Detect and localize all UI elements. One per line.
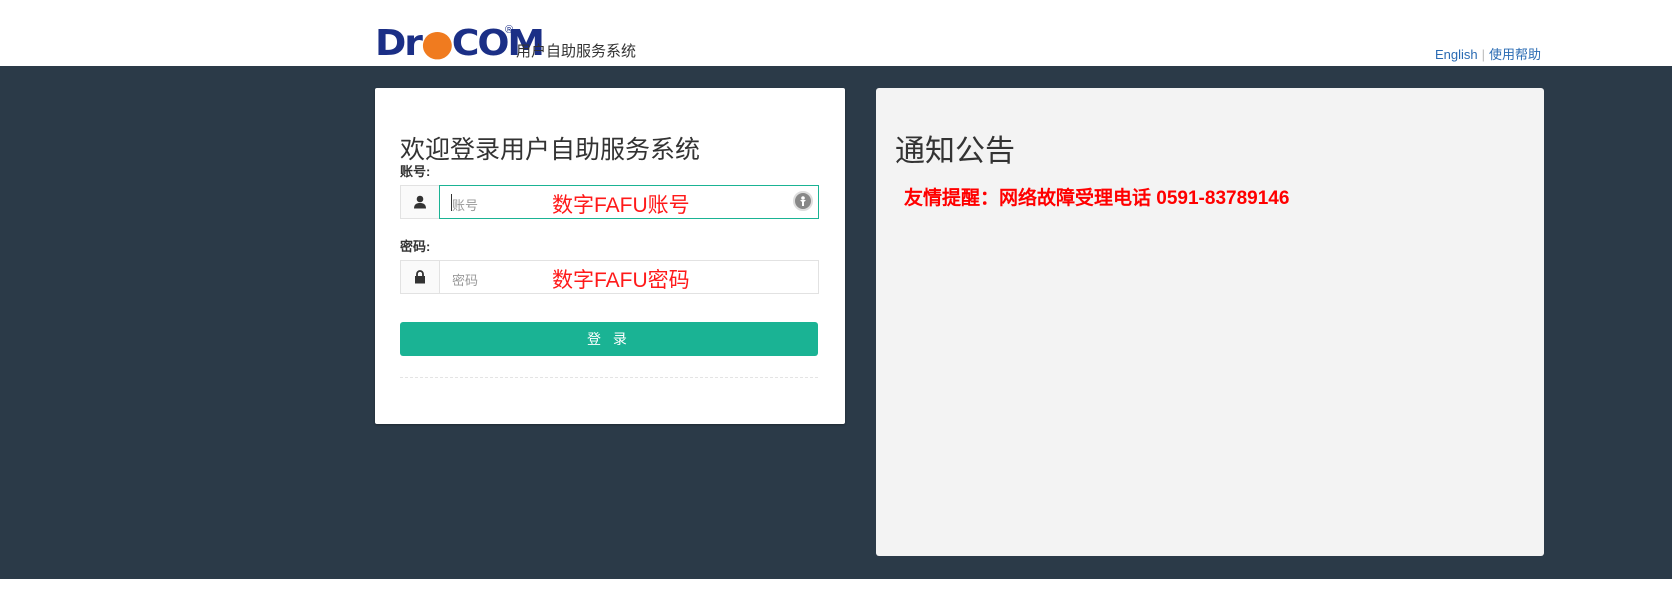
- account-input-group: 账号 数字FAFU账号: [400, 185, 819, 219]
- login-title: 欢迎登录用户自助服务系统: [400, 136, 701, 164]
- registered-mark: ®: [505, 24, 514, 36]
- system-name: 用户自助服务系统: [516, 43, 637, 60]
- account-annotation: 数字FAFU账号: [552, 194, 690, 217]
- login-panel: 欢迎登录用户自助服务系统 账号: 账号 数字FAFU账号 密码: 密码 数字FA…: [375, 88, 845, 424]
- notice-title: 通知公告: [895, 135, 1015, 168]
- header: Dr●COM ® 用户自助服务系统 English | 使用帮助: [0, 0, 1672, 66]
- password-field[interactable]: 密码 数字FAFU密码: [439, 260, 819, 294]
- notice-text: 友情提醒：网络故障受理电话 0591-83789146: [904, 188, 1290, 209]
- help-link[interactable]: 使用帮助: [1489, 47, 1541, 62]
- notice-panel: 通知公告 友情提醒：网络故障受理电话 0591-83789146: [876, 88, 1544, 556]
- divider: [400, 377, 818, 378]
- account-field[interactable]: 账号 数字FAFU账号: [439, 185, 819, 219]
- account-label: 账号:: [400, 164, 431, 179]
- password-input-group: 密码 数字FAFU密码: [400, 260, 819, 294]
- password-placeholder: 密码: [452, 273, 479, 288]
- english-link[interactable]: English: [1435, 47, 1478, 62]
- password-annotation: 数字FAFU密码: [552, 269, 690, 292]
- login-button[interactable]: 登 录: [400, 322, 818, 356]
- user-icon: [400, 185, 439, 219]
- drcom-logo: Dr●COM ® 用户自助服务系统: [375, 24, 636, 62]
- password-label: 密码:: [400, 239, 431, 254]
- top-links: English | 使用帮助: [1435, 44, 1541, 63]
- link-separator: |: [1481, 47, 1485, 62]
- lock-icon: [400, 260, 439, 294]
- account-placeholder: 账号: [452, 198, 479, 213]
- password-manager-icon[interactable]: [793, 191, 813, 211]
